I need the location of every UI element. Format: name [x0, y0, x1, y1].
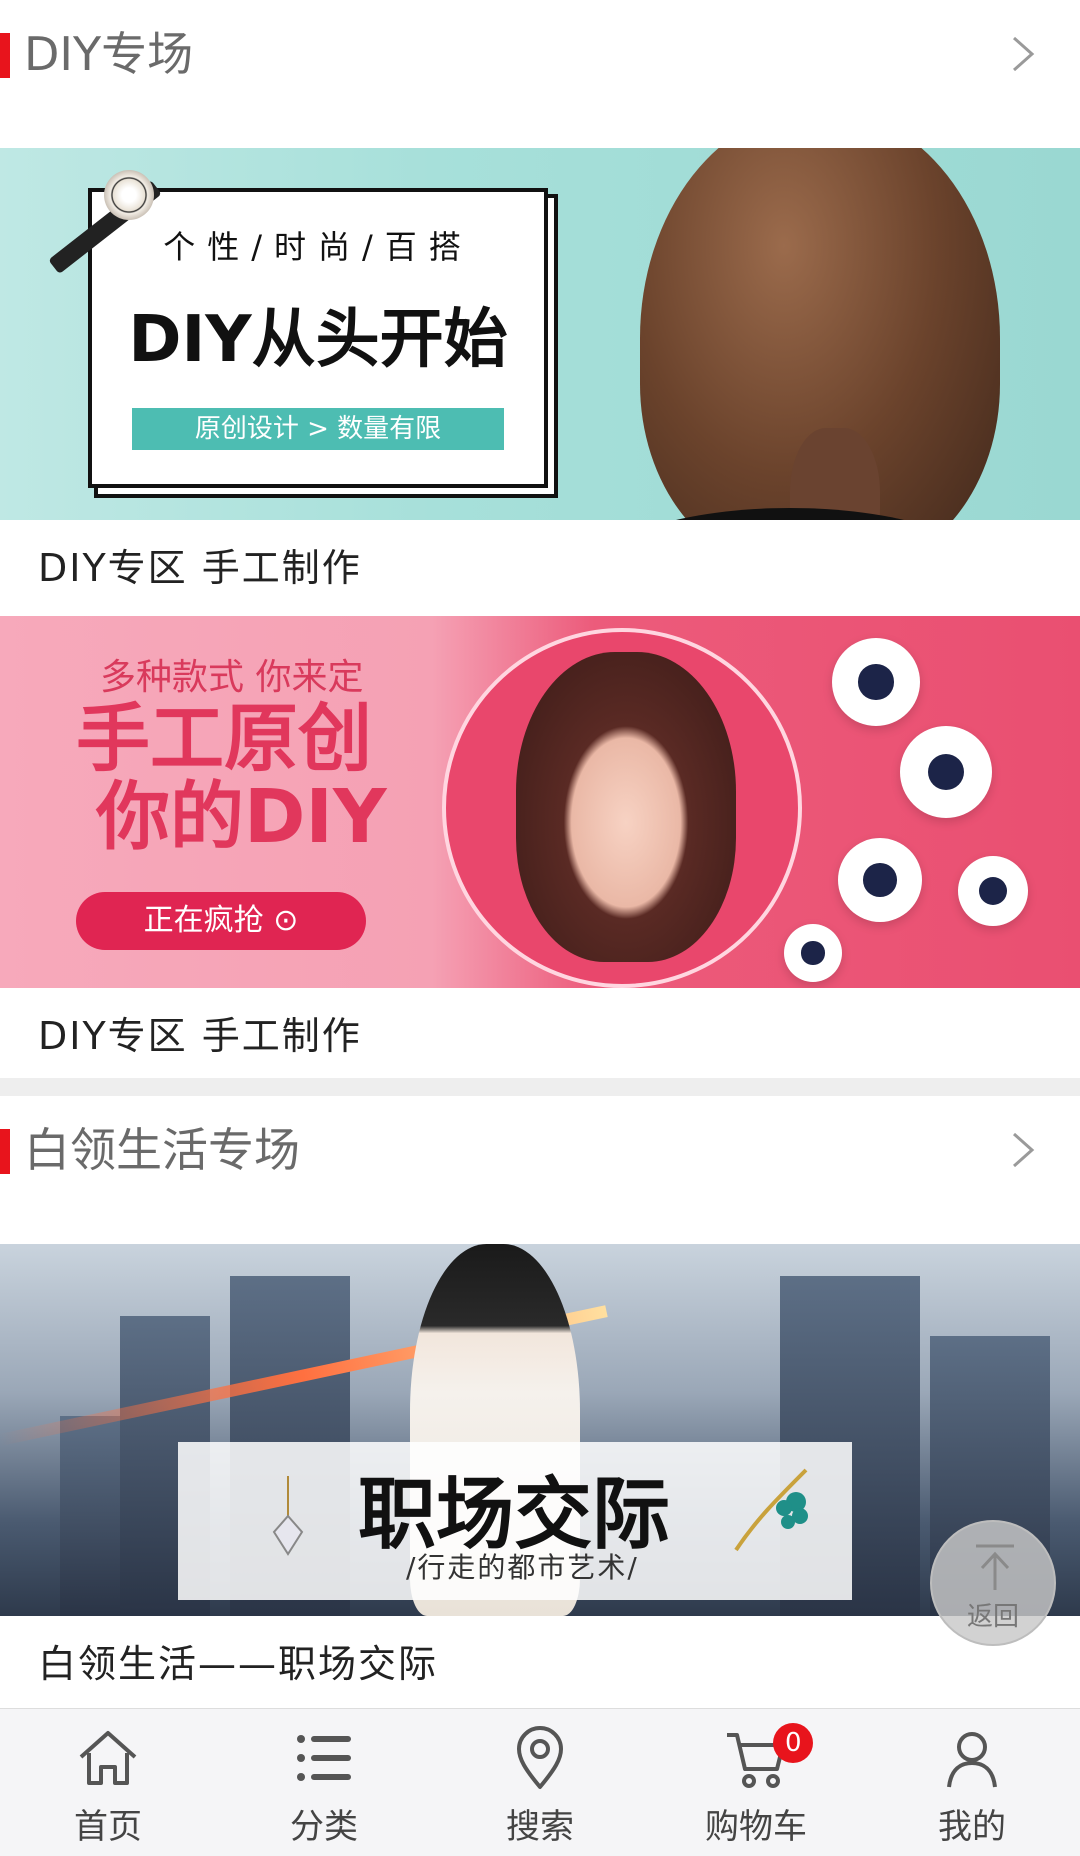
location-pin-icon — [517, 1726, 563, 1789]
building-image — [60, 1416, 120, 1616]
nav-label: 我的 — [938, 1807, 1006, 1847]
caption-text: DIY专区 手工制作 — [38, 1014, 362, 1058]
section-accent-bar — [0, 1129, 10, 1174]
shop-now-button[interactable]: 正在疯抢 ⊙ — [76, 892, 366, 950]
back-to-top-label: 返回 — [966, 1602, 1019, 1632]
ponytail-image — [790, 428, 880, 520]
promo-banner-diy-2[interactable]: 多种款式 你来定 手工原创 你的DIY 正在疯抢 ⊙ — [0, 616, 1080, 988]
banner-caption[interactable]: 白领生活——职场交际 — [0, 1616, 1080, 1712]
banner-caption[interactable]: DIY专区 手工制作 — [0, 520, 1080, 616]
chevron-right-icon[interactable] — [1002, 1128, 1042, 1172]
banner-subline: /行走的都市艺术/ — [406, 1551, 639, 1584]
nav-label: 首页 — [74, 1807, 142, 1847]
promo-banner-workplace[interactable]: 职场交际 /行走的都市艺术/ — [0, 1244, 1080, 1616]
section-accent-bar — [0, 33, 10, 78]
arrow-up-icon — [976, 1544, 1014, 1590]
section-title: DIY专场 — [24, 27, 194, 81]
banner-text-frame: 个性/时尚/百搭 DIY从头开始 原创设计 > 数量有限 — [88, 188, 548, 488]
model-face-image — [516, 652, 736, 962]
banner-headline: DIY从头开始 — [128, 303, 508, 377]
bottom-nav: 首页 分类 搜索 0 购物车 我的 — [0, 1708, 1080, 1856]
section-header-diy[interactable]: DIY专场 — [0, 0, 1080, 110]
caption-text: 白领生活——职场交际 — [38, 1642, 439, 1686]
chevron-right-icon[interactable] — [1002, 32, 1042, 76]
promo-banner-diy-1[interactable]: 个性/时尚/百搭 DIY从头开始 原创设计 > 数量有限 — [0, 148, 1080, 520]
banner-subline: 原创设计 > 数量有限 — [132, 408, 504, 450]
nav-label: 搜索 — [506, 1807, 574, 1847]
home-icon — [79, 1731, 137, 1785]
nav-item-category[interactable]: 分类 — [216, 1709, 432, 1856]
section-title: 白领生活专场 — [24, 1123, 300, 1177]
nav-item-cart[interactable]: 0 购物车 — [648, 1709, 864, 1856]
brooch-icon — [734, 1468, 808, 1552]
hair-tie-product-icon — [958, 856, 1028, 926]
nav-item-profile[interactable]: 我的 — [864, 1709, 1080, 1856]
flower-icon — [104, 170, 154, 220]
banner-tagline: 个性/时尚/百搭 — [163, 228, 473, 266]
banner-text-card: 职场交际 /行走的都市艺术/ — [178, 1442, 852, 1600]
user-icon — [947, 1732, 997, 1788]
banner-tagline: 多种款式 你来定 — [100, 657, 364, 698]
hair-tie-product-icon — [900, 726, 992, 818]
list-icon — [297, 1735, 351, 1781]
pendant-icon — [272, 1476, 304, 1556]
section-header-white-collar[interactable]: 白领生活专场 — [0, 1096, 1080, 1206]
model-portrait-image — [442, 628, 802, 988]
cart-count-badge: 0 — [773, 1723, 814, 1763]
hair-tie-product-icon — [832, 638, 920, 726]
caption-text: DIY专区 手工制作 — [38, 546, 362, 590]
hair-tie-product-icon — [784, 924, 842, 982]
nav-label: 购物车 — [705, 1807, 807, 1847]
nav-item-search[interactable]: 搜索 — [432, 1709, 648, 1856]
banner-headline-2: 你的DIY — [96, 774, 387, 860]
banner-headline: 手工原创 — [76, 696, 372, 782]
banner-caption[interactable]: DIY专区 手工制作 — [0, 988, 1080, 1084]
hair-tie-product-icon — [838, 838, 922, 922]
nav-label: 分类 — [290, 1807, 358, 1847]
nav-item-home[interactable]: 首页 — [0, 1709, 216, 1856]
back-to-top-button[interactable]: 返回 — [930, 1520, 1056, 1646]
